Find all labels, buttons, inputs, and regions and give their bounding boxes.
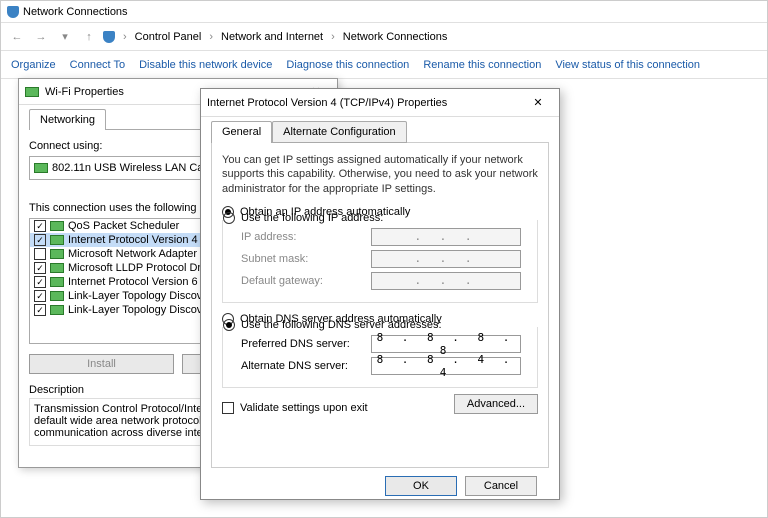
command-bar: Organize Connect To Disable this network… bbox=[1, 51, 767, 79]
list-item-label: Microsoft LLDP Protocol Driver bbox=[68, 262, 219, 274]
preferred-dns-input[interactable]: 8 . 8 . 8 . 8 bbox=[371, 335, 521, 353]
ip-address-label: IP address: bbox=[241, 231, 371, 243]
network-connections-icon bbox=[7, 6, 19, 18]
chevron-right-icon: › bbox=[209, 31, 213, 43]
cancel-button[interactable]: Cancel bbox=[465, 476, 537, 496]
preferred-dns-label: Preferred DNS server: bbox=[241, 338, 371, 350]
tab-general[interactable]: General bbox=[211, 121, 272, 143]
list-item-label: QoS Packet Scheduler bbox=[68, 220, 179, 232]
alternate-dns-label: Alternate DNS server: bbox=[241, 360, 371, 372]
back-button[interactable]: ← bbox=[7, 27, 27, 47]
close-button[interactable]: ✕ bbox=[523, 93, 553, 113]
adapter-name: 802.11n USB Wireless LAN Card bbox=[52, 162, 213, 174]
default-gateway-label: Default gateway: bbox=[241, 275, 371, 287]
checkbox-icon[interactable]: ✓ bbox=[34, 220, 46, 232]
organize-menu[interactable]: Organize bbox=[11, 59, 56, 71]
connect-to-link[interactable]: Connect To bbox=[70, 59, 125, 71]
window-title: Network Connections bbox=[23, 6, 128, 18]
dialog-title: Internet Protocol Version 4 (TCP/IPv4) P… bbox=[207, 97, 447, 109]
radio-icon bbox=[223, 319, 235, 331]
protocol-icon bbox=[50, 291, 64, 301]
radio-use-dns[interactable]: Use the following DNS server addresses: bbox=[223, 319, 531, 331]
adapter-icon bbox=[25, 87, 39, 97]
checkbox-icon[interactable] bbox=[34, 248, 46, 260]
subnet-mask-label: Subnet mask: bbox=[241, 253, 371, 265]
checkbox-icon[interactable]: ✓ bbox=[34, 234, 46, 246]
breadcrumb: › Control Panel › Network and Internet ›… bbox=[119, 29, 455, 45]
crumb-network-internet[interactable]: Network and Internet bbox=[217, 29, 327, 45]
protocol-icon bbox=[50, 221, 64, 231]
radio-icon bbox=[223, 212, 235, 224]
protocol-icon bbox=[50, 263, 64, 273]
checkbox-icon[interactable]: ✓ bbox=[34, 304, 46, 316]
radio-label: Use the following DNS server addresses: bbox=[241, 319, 442, 331]
radio-label: Use the following IP address: bbox=[241, 212, 383, 224]
tab-strip: General Alternate Configuration bbox=[211, 121, 549, 143]
general-tab-panel: You can get IP settings assigned automat… bbox=[211, 142, 549, 468]
diagnose-link[interactable]: Diagnose this connection bbox=[286, 59, 409, 71]
alternate-dns-input[interactable]: 8 . 8 . 4 . 4 bbox=[371, 357, 521, 375]
rename-link[interactable]: Rename this connection bbox=[423, 59, 541, 71]
advanced-button[interactable]: Advanced... bbox=[454, 394, 538, 414]
tab-networking[interactable]: Networking bbox=[29, 109, 106, 130]
window-titlebar: Network Connections bbox=[1, 1, 767, 23]
chevron-right-icon: › bbox=[123, 31, 127, 43]
address-bar: ← → ▾ ↑ › Control Panel › Network and In… bbox=[1, 23, 767, 51]
crumb-network-connections[interactable]: Network Connections bbox=[339, 29, 452, 45]
default-gateway-input: . . . bbox=[371, 272, 521, 290]
protocol-icon bbox=[50, 249, 64, 259]
ok-button[interactable]: OK bbox=[385, 476, 457, 496]
disable-device-link[interactable]: Disable this network device bbox=[139, 59, 272, 71]
protocol-icon bbox=[50, 305, 64, 315]
dialog-titlebar: Internet Protocol Version 4 (TCP/IPv4) P… bbox=[201, 89, 559, 117]
view-status-link[interactable]: View status of this connection bbox=[555, 59, 700, 71]
checkbox-icon bbox=[222, 402, 234, 414]
crumb-control-panel[interactable]: Control Panel bbox=[131, 29, 206, 45]
subnet-mask-input: . . . bbox=[371, 250, 521, 268]
adapter-icon bbox=[34, 163, 48, 173]
radio-use-ip[interactable]: Use the following IP address: bbox=[223, 212, 531, 224]
checkbox-icon[interactable]: ✓ bbox=[34, 290, 46, 302]
tab-alternate[interactable]: Alternate Configuration bbox=[272, 121, 407, 143]
control-panel-icon bbox=[103, 31, 115, 43]
ipv4-properties-dialog: Internet Protocol Version 4 (TCP/IPv4) P… bbox=[200, 88, 560, 500]
help-text: You can get IP settings assigned automat… bbox=[222, 153, 538, 196]
install-button[interactable]: Install bbox=[29, 354, 174, 374]
up-button[interactable]: ↑ bbox=[79, 27, 99, 47]
validate-label: Validate settings upon exit bbox=[240, 402, 368, 414]
protocol-icon bbox=[50, 277, 64, 287]
recent-locations-button[interactable]: ▾ bbox=[55, 27, 75, 47]
checkbox-icon[interactable]: ✓ bbox=[34, 262, 46, 274]
ip-address-input: . . . bbox=[371, 228, 521, 246]
protocol-icon bbox=[50, 235, 64, 245]
dialog-title: Wi-Fi Properties bbox=[45, 86, 124, 98]
forward-button[interactable]: → bbox=[31, 27, 51, 47]
checkbox-icon[interactable]: ✓ bbox=[34, 276, 46, 288]
chevron-right-icon: › bbox=[331, 31, 335, 43]
